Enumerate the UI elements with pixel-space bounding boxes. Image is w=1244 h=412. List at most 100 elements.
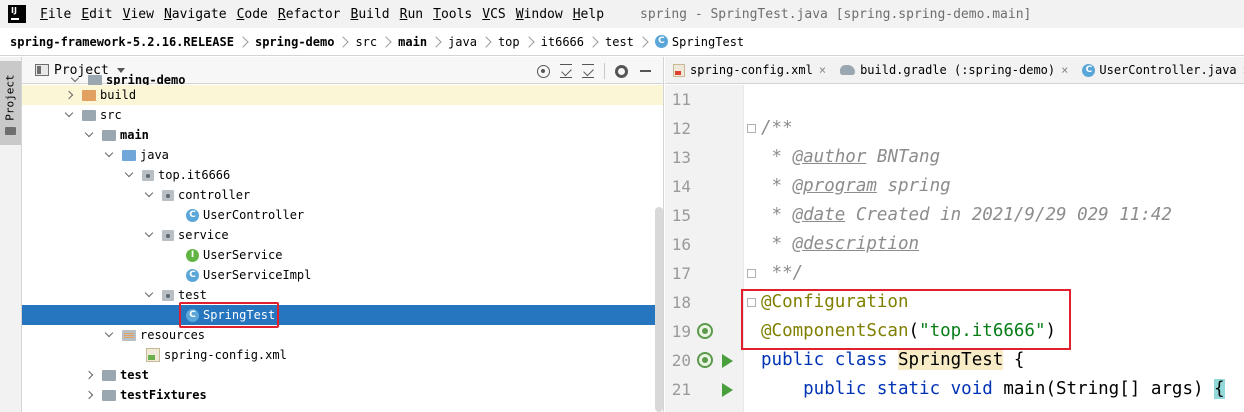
expand-arrow-icon[interactable] (144, 188, 154, 198)
gradle-icon (840, 65, 856, 75)
tree-label: top.it6666 (158, 168, 231, 182)
gutter-line: 11 (665, 85, 743, 114)
tree-row[interactable]: test (22, 285, 663, 305)
menu-build[interactable]: Build (351, 7, 390, 22)
line-number: 18 (671, 293, 691, 312)
tree-label: resources (140, 328, 206, 342)
line-number: 21 (671, 380, 691, 399)
menu-bar: File Edit View Navigate Code Refactor Bu… (0, 0, 1244, 28)
menu-edit[interactable]: Edit (81, 7, 112, 22)
project-tool-tab[interactable]: Project (0, 61, 21, 145)
expand-arrow-icon[interactable] (64, 108, 74, 118)
menu-help[interactable]: Help (573, 7, 604, 22)
tree-row[interactable]: top.it6666 (22, 165, 663, 185)
tree-row[interactable]: service (22, 225, 663, 245)
line-number: 14 (671, 177, 691, 196)
menu-window[interactable]: Window (516, 7, 563, 22)
chevron-down-icon[interactable] (116, 67, 125, 73)
run-icon[interactable] (722, 383, 733, 397)
breadcrumb-item[interactable]: src (355, 35, 377, 49)
tab-label: spring-config.xml (690, 63, 813, 77)
breadcrumb-item[interactable]: java (448, 35, 477, 49)
tree-row[interactable]: main (22, 125, 663, 145)
menu-navigate[interactable]: Navigate (164, 7, 227, 22)
menu-file[interactable]: File (40, 7, 71, 22)
code-area[interactable]: /** * @author BNTang * @program spring *… (761, 85, 1244, 404)
chevron-right-icon (587, 35, 599, 48)
folder-icon (5, 127, 16, 135)
expand-arrow-icon[interactable] (84, 128, 94, 138)
run-icon[interactable] (722, 354, 733, 368)
collapse-arrow-icon[interactable] (84, 390, 94, 400)
tree-row[interactable]: C UserServiceImpl (22, 265, 663, 285)
breadcrumb-item[interactable]: test (605, 35, 634, 49)
line-number: 15 (671, 206, 691, 225)
editor-tab-bar: spring-config.xml × build.gradle (:sprin… (665, 57, 1244, 84)
menu-vcs[interactable]: VCS (482, 7, 505, 22)
breadcrumb-item-current[interactable]: C SpringTest (654, 35, 744, 49)
tree-row[interactable]: test (22, 365, 663, 385)
breadcrumb-item[interactable]: it6666 (541, 35, 584, 49)
tree-row[interactable]: C UserController (22, 205, 663, 225)
brace-match: { (1214, 379, 1225, 399)
doc-comment: * (761, 176, 793, 196)
intellij-logo-icon (8, 5, 26, 23)
class-icon: C (186, 268, 199, 282)
tree-row[interactable]: java (22, 145, 663, 165)
fold-marker-icon[interactable] (747, 298, 756, 307)
collapse-arrow-icon[interactable] (64, 90, 74, 100)
tree-row[interactable]: spring-demo (22, 73, 663, 87)
doc-comment: BNTang (866, 147, 941, 167)
breadcrumb-item[interactable]: spring-framework-5.2.16.RELEASE (10, 35, 234, 49)
tree-row[interactable]: resources (22, 325, 663, 345)
tree-row[interactable]: I UserService (22, 245, 663, 265)
collapse-arrow-icon[interactable] (84, 370, 94, 380)
fold-marker-icon[interactable] (747, 124, 756, 133)
menu-run[interactable]: Run (400, 7, 423, 22)
doc-tag: @date (792, 205, 846, 225)
close-icon[interactable]: × (1061, 63, 1068, 77)
editor-tab[interactable]: build.gradle (:spring-demo) × (832, 57, 1074, 83)
tree-label: SpringTest (203, 308, 276, 322)
breadcrumb-item[interactable]: top (498, 35, 520, 49)
expand-arrow-icon[interactable] (144, 228, 154, 238)
menu-code[interactable]: Code (237, 7, 268, 22)
tree-row-selected[interactable]: C SpringTest (22, 302, 663, 328)
gutter-line: 18 (665, 288, 743, 317)
expand-arrow-icon[interactable] (124, 168, 134, 178)
menu-view[interactable]: View (123, 7, 154, 22)
code-line: /** (761, 114, 1244, 143)
gutter-line: 15 (665, 201, 743, 230)
editor-tab[interactable]: spring-config.xml × (665, 57, 832, 83)
code-line: @Configuration (761, 288, 1244, 317)
editor-tab[interactable]: C UserController.java × (1074, 57, 1244, 83)
package-icon (162, 189, 174, 201)
expand-arrow-icon[interactable] (104, 148, 114, 158)
tree-row[interactable]: testFixtures (22, 385, 663, 405)
close-icon[interactable]: × (819, 63, 826, 77)
menu-tools[interactable]: Tools (433, 7, 472, 22)
spring-bean-icon[interactable] (697, 352, 713, 368)
menu-refactor[interactable]: Refactor (278, 7, 341, 22)
expand-arrow-icon[interactable] (70, 73, 80, 83)
annotation: @ComponentScan (761, 321, 909, 341)
tree-label: controller (178, 188, 251, 202)
spring-bean-icon[interactable] (697, 323, 713, 339)
expand-arrow-icon[interactable] (144, 288, 154, 298)
breadcrumb-item[interactable]: main (398, 35, 427, 49)
fold-marker-icon[interactable] (747, 269, 756, 278)
paren: ) (1045, 321, 1057, 341)
tree-row[interactable]: spring-config.xml (22, 345, 663, 365)
breadcrumb-item[interactable]: spring-demo (255, 35, 334, 49)
code-line: public static void main(String[] args) { (761, 375, 1244, 404)
tree-row[interactable]: src (22, 105, 663, 125)
project-tab-label: Project (3, 74, 17, 121)
tree-row[interactable]: controller (22, 185, 663, 205)
expand-arrow-icon[interactable] (104, 328, 114, 338)
gutter-line: 17 (665, 259, 743, 288)
vertical-scrollbar[interactable] (655, 207, 663, 412)
gutter-line: 21 (665, 375, 743, 404)
tree-label: service (178, 228, 229, 242)
code-line: public class SpringTest { (761, 346, 1244, 375)
tree-row[interactable]: build (22, 85, 663, 105)
